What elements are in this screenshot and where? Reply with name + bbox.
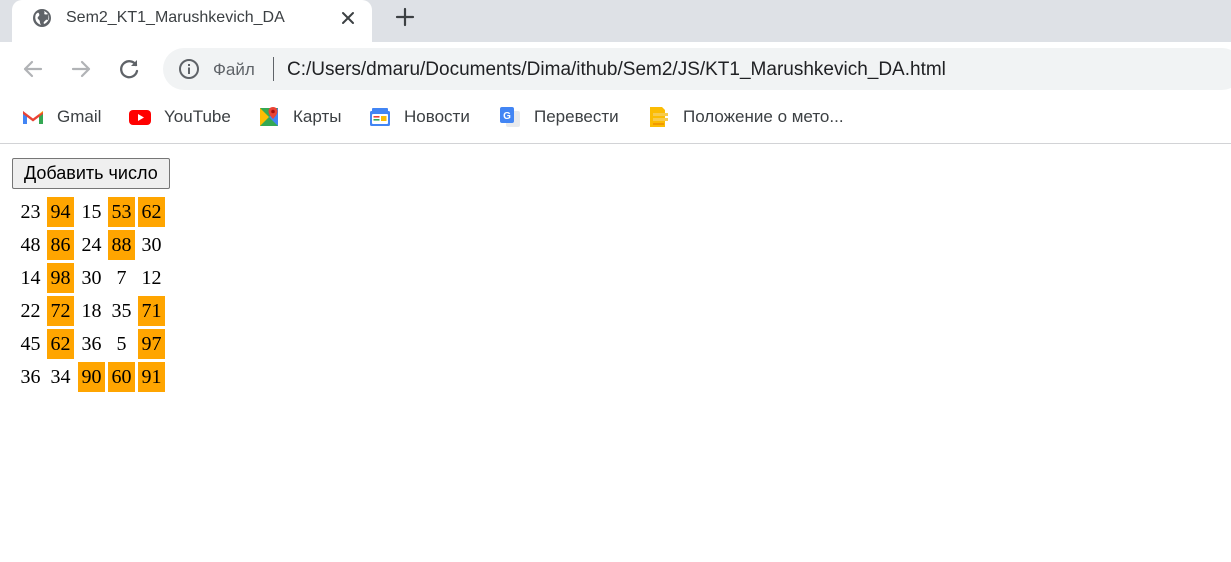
bookmark-translate[interactable]: G Перевести <box>498 96 619 138</box>
number-cell: 30 <box>141 234 162 256</box>
document-icon <box>650 107 668 127</box>
highlighted-number-cell: 88 <box>108 230 135 260</box>
highlighted-number-cell: 62 <box>47 329 74 359</box>
number-cell: 30 <box>81 267 102 289</box>
bookmark-maps[interactable]: Карты <box>257 96 341 138</box>
scheme-label: Файл <box>213 60 255 79</box>
bookmark-label: Положение о мето... <box>683 107 844 126</box>
bookmark-label: Перевести <box>534 107 619 126</box>
highlighted-number-cell: 60 <box>108 362 135 392</box>
close-icon[interactable] <box>337 7 359 29</box>
tab-strip: Sem2_KT1_Marushkevich_DA <box>0 0 1231 42</box>
number-cell: 14 <box>20 267 41 289</box>
back-icon[interactable] <box>20 56 46 82</box>
maps-icon <box>260 107 278 126</box>
highlighted-number-cell: 91 <box>138 362 165 392</box>
bookmark-label: Gmail <box>57 107 102 126</box>
youtube-icon <box>129 110 151 125</box>
new-tab-icon[interactable] <box>393 5 417 29</box>
translate-icon: G <box>500 107 520 127</box>
number-cell: 12 <box>141 267 162 289</box>
info-icon[interactable] <box>178 58 200 80</box>
number-cell: 7 <box>116 267 127 289</box>
browser-toolbar: Файл C:/Users/dmaru/Documents/Dima/ithub… <box>0 42 1231 96</box>
page-content: Добавить число 23 94 15 53 62 48 86 24 88 30 14 98 3… <box>0 145 1231 562</box>
globe-icon <box>33 9 51 27</box>
forward-icon[interactable] <box>68 56 94 82</box>
news-icon <box>370 108 390 126</box>
address-separator <box>273 57 274 81</box>
bookmark-label: Новости <box>404 107 470 126</box>
gmail-icon <box>23 111 43 124</box>
reload-icon[interactable] <box>116 56 142 82</box>
bookmark-gmail[interactable]: Gmail <box>21 96 101 138</box>
svg-text:G: G <box>503 111 511 122</box>
number-cell: 22 <box>20 300 41 322</box>
number-cell: 5 <box>116 333 127 355</box>
highlighted-number-cell: 98 <box>47 263 74 293</box>
bookmark-youtube[interactable]: YouTube <box>128 96 231 138</box>
number-cell: 36 <box>20 366 41 388</box>
highlighted-number-cell: 90 <box>78 362 105 392</box>
add-number-button[interactable]: Добавить число <box>12 158 170 189</box>
number-cell: 36 <box>81 333 102 355</box>
highlighted-number-cell: 86 <box>47 230 74 260</box>
number-cell: 15 <box>81 201 102 223</box>
url-text[interactable]: C:/Users/dmaru/Documents/Dima/ithub/Sem2… <box>287 58 946 82</box>
number-cell: 18 <box>81 300 102 322</box>
bookmarks-bar: Gmail YouTube Карты Новости G Перевести … <box>0 96 1231 144</box>
bookmark-document[interactable]: Положение о мето... <box>647 96 844 138</box>
number-cell: 45 <box>20 333 41 355</box>
number-cell: 48 <box>20 234 41 256</box>
number-cell: 35 <box>111 300 132 322</box>
highlighted-number-cell: 62 <box>138 197 165 227</box>
browser-tab[interactable]: Sem2_KT1_Marushkevich_DA <box>12 0 372 42</box>
number-cell: 24 <box>81 234 102 256</box>
bookmark-label: YouTube <box>164 107 231 126</box>
highlighted-number-cell: 71 <box>138 296 165 326</box>
bookmark-news[interactable]: Новости <box>368 96 470 138</box>
tab-title: Sem2_KT1_Marushkevich_DA <box>66 9 285 26</box>
number-cell: 23 <box>20 201 41 223</box>
highlighted-number-cell: 97 <box>138 329 165 359</box>
highlighted-number-cell: 53 <box>108 197 135 227</box>
highlighted-number-cell: 94 <box>47 197 74 227</box>
bookmark-label: Карты <box>293 107 342 126</box>
highlighted-number-cell: 72 <box>47 296 74 326</box>
number-cell: 34 <box>50 366 71 388</box>
